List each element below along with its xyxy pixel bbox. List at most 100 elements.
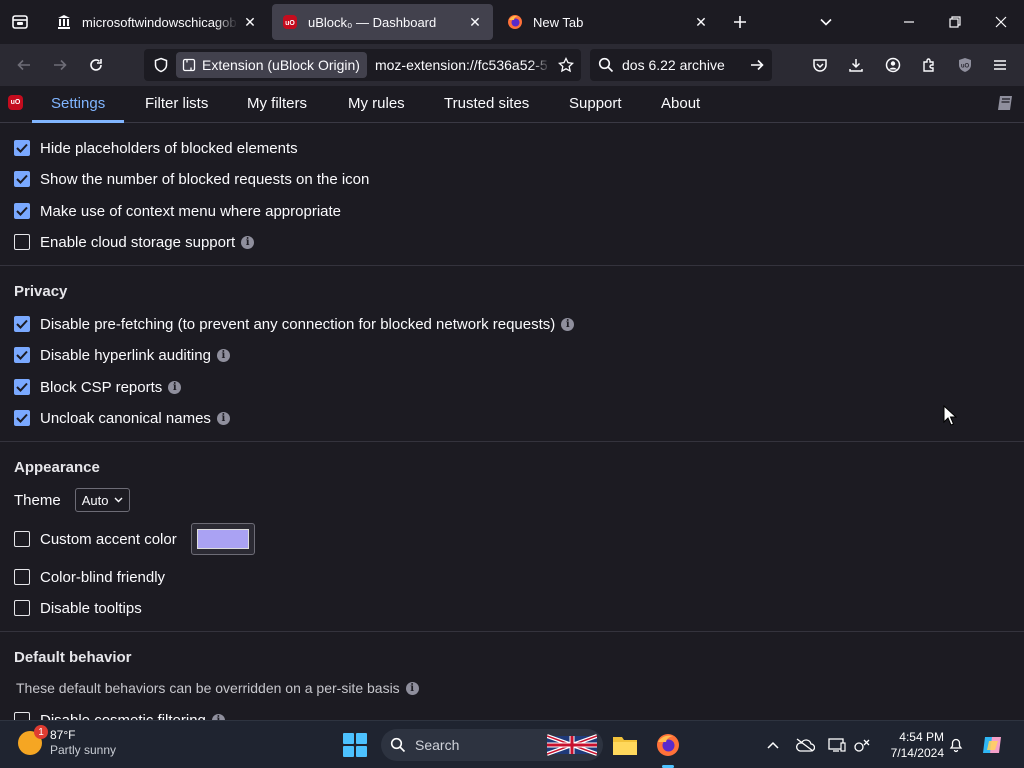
checkbox-unchecked[interactable]	[14, 234, 30, 250]
tab-trusted-sites[interactable]: Trusted sites	[444, 86, 529, 123]
close-tab-icon[interactable]: ✕	[689, 10, 713, 34]
checkbox-checked[interactable]	[14, 203, 30, 219]
info-icon[interactable]: i	[241, 235, 255, 249]
close-tab-icon[interactable]: ✕	[238, 10, 262, 34]
site-identity-label: Extension (uBlock Origin)	[202, 57, 360, 73]
minimize-icon	[904, 21, 914, 23]
setting-hide-placeholders[interactable]: Hide placeholders of blocked elements	[14, 137, 298, 159]
tab-settings[interactable]: Settings	[32, 86, 125, 123]
partly-sunny-icon: 1	[18, 725, 48, 755]
tab-archive[interactable]: microsoftwindowschicagobuild ✕	[46, 4, 268, 40]
search-go-icon[interactable]	[742, 57, 772, 73]
section-divider	[0, 441, 1024, 442]
search-highlight-flag-icon	[547, 734, 597, 756]
close-tab-icon[interactable]: ✕	[463, 10, 487, 34]
reload-icon	[90, 59, 102, 71]
notification-badge: 1	[34, 725, 48, 739]
checkbox-checked[interactable]	[14, 347, 30, 363]
site-identity-button[interactable]: Extension (uBlock Origin)	[176, 52, 367, 78]
accent-color-swatch	[196, 529, 249, 549]
app-menu-button[interactable]	[986, 52, 1014, 78]
onedrive-button[interactable]	[795, 735, 815, 755]
account-button[interactable]	[879, 52, 907, 78]
search-input[interactable]: dos 6.22 archive	[622, 57, 742, 73]
show-hidden-icons-button[interactable]	[763, 735, 783, 755]
info-icon[interactable]: i	[168, 380, 182, 394]
chevron-up-icon	[767, 741, 779, 749]
start-button[interactable]	[343, 733, 367, 757]
firefox-view-icon	[12, 15, 28, 29]
ublock-toolbar-button[interactable]: uO	[951, 52, 979, 78]
info-icon[interactable]: i	[216, 348, 230, 362]
bookmark-star-icon[interactable]	[551, 57, 581, 73]
pocket-button[interactable]	[806, 52, 834, 78]
setting-disable-cosmetic-filtering[interactable]: Disable cosmetic filtering i	[14, 709, 225, 720]
setting-hyperlink-auditing[interactable]: Disable hyperlink auditing i	[14, 344, 230, 366]
puzzle-icon	[923, 58, 934, 72]
setting-uncloak-canonical[interactable]: Uncloak canonical names i	[14, 407, 230, 429]
minimize-button[interactable]	[886, 0, 932, 44]
info-icon[interactable]: i	[405, 681, 419, 695]
weather-widget[interactable]: 1 87°F Partly sunny	[18, 725, 116, 758]
hamburger-menu-icon	[994, 60, 1006, 70]
reload-button[interactable]	[82, 52, 110, 78]
setting-disable-prefetching[interactable]: Disable pre-fetching (to prevent any con…	[14, 313, 575, 335]
new-tab-button[interactable]	[728, 10, 752, 34]
theme-select[interactable]: Auto	[74, 488, 131, 512]
firefox-view-button[interactable]	[8, 10, 32, 34]
firefox-taskbar-button[interactable]	[654, 731, 682, 768]
restore-button[interactable]	[932, 0, 978, 44]
checkbox-checked[interactable]	[14, 410, 30, 426]
setting-cloud-storage[interactable]: Enable cloud storage support i	[14, 231, 255, 253]
extensions-button[interactable]	[915, 52, 943, 78]
checkbox-checked[interactable]	[14, 316, 30, 332]
checkbox-unchecked[interactable]	[14, 600, 30, 616]
setting-label: Block CSP reports	[40, 378, 163, 396]
documentation-book-icon[interactable]	[996, 94, 1016, 116]
checkbox-checked[interactable]	[14, 140, 30, 156]
info-icon[interactable]: i	[216, 411, 230, 425]
tab-filter-lists[interactable]: Filter lists	[145, 86, 208, 123]
downloads-button[interactable]	[842, 52, 870, 78]
windows-logo-tile	[356, 746, 367, 757]
tab-my-rules[interactable]: My rules	[348, 86, 405, 123]
close-window-button[interactable]	[978, 0, 1024, 44]
notifications-button[interactable]	[946, 735, 966, 755]
setting-color-blind[interactable]: Color-blind friendly	[14, 566, 165, 588]
checkbox-checked[interactable]	[14, 171, 30, 187]
forward-button[interactable]	[46, 52, 74, 78]
setting-custom-accent[interactable]: Custom accent color	[14, 523, 255, 555]
checkbox-unchecked[interactable]	[14, 531, 30, 547]
system-clock[interactable]: 4:54 PM 7/14/2024	[880, 729, 944, 761]
firefox-icon	[507, 14, 523, 30]
setting-label: Disable tooltips	[40, 599, 142, 617]
setting-show-blocked-count[interactable]: Show the number of blocked requests on t…	[14, 168, 369, 190]
copilot-button[interactable]	[980, 734, 1006, 756]
tracking-protection-icon[interactable]	[146, 57, 176, 73]
tab-title: New Tab	[533, 14, 584, 30]
setting-context-menu[interactable]: Make use of context menu where appropria…	[14, 200, 341, 222]
url-text[interactable]: moz-extension://fc536a52-5	[375, 57, 551, 73]
display-button[interactable]	[827, 735, 847, 755]
file-explorer-button[interactable]	[611, 731, 639, 759]
default-behavior-note: These default behaviors can be overridde…	[16, 680, 419, 696]
info-icon[interactable]: i	[561, 317, 575, 331]
tab-about[interactable]: About	[661, 86, 700, 123]
tab-ublock-dashboard[interactable]: uO uBlock₀ — Dashboard ✕	[272, 4, 493, 40]
accent-color-picker[interactable]	[190, 523, 255, 555]
checkbox-checked[interactable]	[14, 379, 30, 395]
setting-block-csp-reports[interactable]: Block CSP reports i	[14, 376, 182, 398]
setting-disable-tooltips[interactable]: Disable tooltips	[14, 597, 142, 619]
tab-my-filters[interactable]: My filters	[247, 86, 307, 123]
checkbox-unchecked[interactable]	[14, 569, 30, 585]
checkbox-unchecked[interactable]	[14, 712, 30, 720]
tab-support[interactable]: Support	[569, 86, 622, 123]
tab-new-tab[interactable]: New Tab ✕	[497, 4, 719, 40]
copilot-icon	[983, 737, 1001, 753]
list-all-tabs-button[interactable]	[814, 10, 838, 34]
search-bar[interactable]: dos 6.22 archive	[590, 49, 772, 81]
network-button[interactable]	[852, 735, 872, 755]
back-button[interactable]	[10, 52, 38, 78]
taskbar-search[interactable]: Search	[381, 729, 603, 761]
address-bar[interactable]: Extension (uBlock Origin) moz-extension:…	[144, 49, 581, 81]
